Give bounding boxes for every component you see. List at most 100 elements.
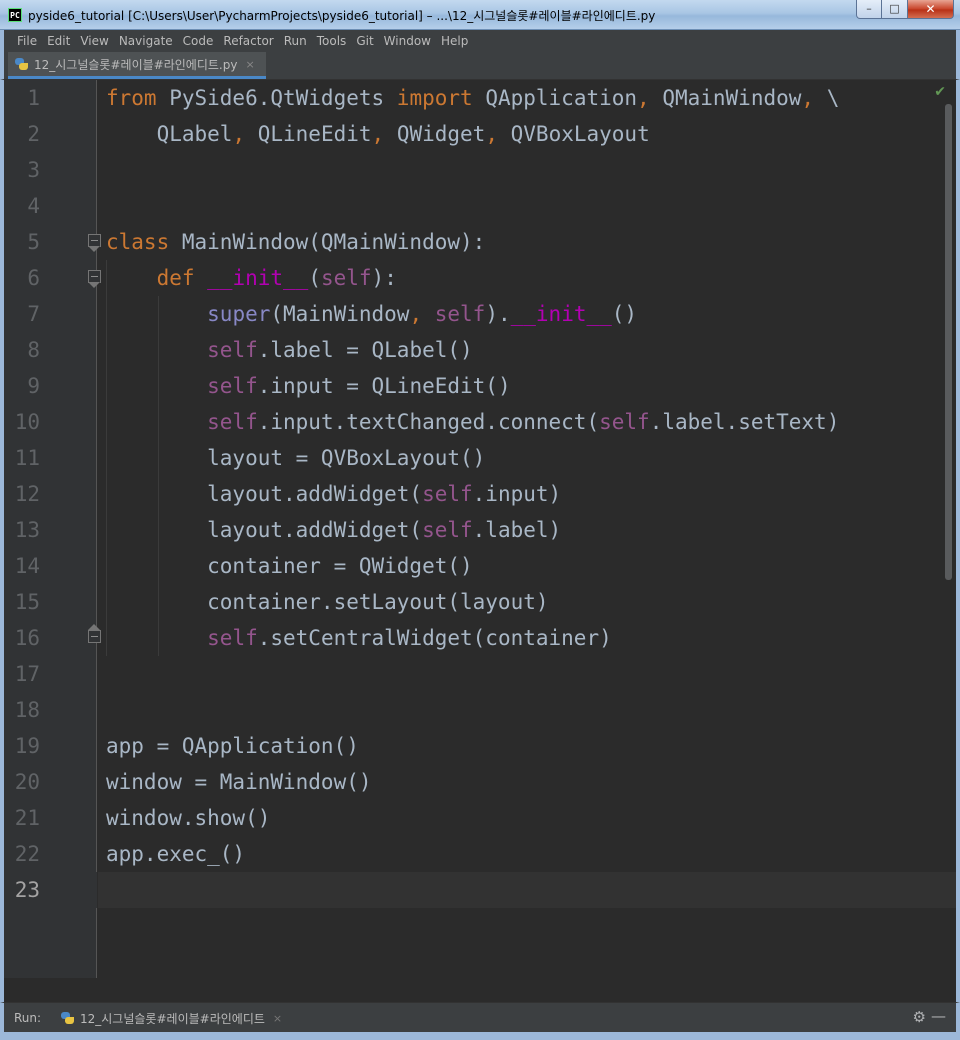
run-tool-window-bar: Run: 12_시그널슬롯#레이블#라인에디트 × ⚙ — [0,1002,960,1032]
run-config-label: 12_시그널슬롯#레이블#라인에디트 [80,1011,265,1026]
code-line[interactable]: from PySide6.QtWidgets import QApplicati… [106,80,839,116]
fold-def-icon[interactable] [88,270,101,288]
line-number[interactable]: 7 [4,296,40,332]
code-token: layout = QVBoxLayout() [106,446,486,470]
code-token: window.show() [106,806,271,830]
code-line[interactable]: container.setLayout(layout) [106,584,549,620]
run-tab-close-icon[interactable]: × [273,1012,282,1025]
vertical-scrollbar[interactable] [945,104,952,580]
code-line[interactable]: window = MainWindow() [106,764,372,800]
run-label: Run: [14,1011,42,1025]
line-number[interactable]: 20 [4,764,40,800]
code-token: (MainWindow [270,302,410,326]
line-number[interactable]: 1 [4,80,40,116]
window-frame-bottom [0,1032,960,1040]
window-title-bar: PC pyside6_tutorial [C:\Users\User\Pycha… [0,0,960,30]
close-button[interactable]: ✕ [908,0,954,19]
line-number[interactable]: 14 [4,548,40,584]
editor-tab[interactable]: 12_시그널슬롯#레이블#라인에디트.py × [8,52,266,79]
code-line[interactable]: super(MainWindow, self).__init__() [106,296,637,332]
menu-window[interactable]: Window [379,34,436,48]
menu-help[interactable]: Help [436,34,473,48]
minimize-icon[interactable]: — [931,1007,946,1025]
code-token: QWidget [396,122,486,146]
line-number[interactable]: 10 [4,404,40,440]
menu-tools[interactable]: Tools [312,34,352,48]
menu-code[interactable]: Code [178,34,219,48]
code-line[interactable]: def __init__(self): [106,260,397,296]
line-number[interactable]: 18 [4,692,40,728]
run-config-tab[interactable]: 12_시그널슬롯#레이블#라인에디트 × [54,1006,288,1030]
code-token: .label) [472,518,562,542]
menu-view[interactable]: View [75,34,113,48]
menu-refactor[interactable]: Refactor [218,34,278,48]
line-number[interactable]: 22 [4,836,40,872]
code-line[interactable]: self.label = QLabel() [106,332,473,368]
line-number[interactable]: 5 [4,224,40,260]
code-token: container.setLayout(layout) [106,590,549,614]
code-line[interactable]: container = QWidget() [106,548,473,584]
inspection-ok-icon[interactable]: ✔ [934,84,946,100]
code-line[interactable]: app.exec_() [106,836,245,872]
line-number[interactable]: 23 [4,872,40,908]
maximize-button[interactable]: □ [882,0,908,19]
code-token: ). [485,302,511,326]
code-token: .input = QLineEdit() [257,374,511,398]
line-number[interactable]: 16 [4,620,40,656]
line-number[interactable]: 9 [4,368,40,404]
code-line[interactable]: layout = QVBoxLayout() [106,440,485,476]
menu-edit[interactable]: Edit [42,34,75,48]
code-token: self [320,266,372,290]
menu-file[interactable]: File [12,34,42,48]
line-number[interactable]: 6 [4,260,40,296]
code-line[interactable]: self.input.textChanged.connect(self.labe… [106,404,839,440]
line-number[interactable]: 17 [4,656,40,692]
code-token: , [637,86,663,110]
menu-git[interactable]: Git [351,34,378,48]
code-token: self [207,374,258,398]
code-line[interactable]: layout.addWidget(self.label) [106,512,561,548]
code-token: ): [371,266,397,290]
code-token: , [485,122,511,146]
line-number[interactable]: 21 [4,800,40,836]
code-token: super [207,302,271,326]
line-number[interactable]: 11 [4,440,40,476]
fold-end-icon[interactable] [88,624,101,643]
line-number[interactable]: 13 [4,512,40,548]
line-number[interactable]: 2 [4,116,40,152]
code-token: , [801,86,827,110]
editor-tab-label: 12_시그널슬롯#레이블#라인에디트.py [34,57,238,72]
code-line[interactable]: QLabel, QLineEdit, QWidget, QVBoxLayout [106,116,650,152]
code-line[interactable]: app = QApplication() [106,728,359,764]
code-token: import [396,86,486,110]
line-number[interactable]: 8 [4,332,40,368]
code-token: self [422,518,473,542]
line-number[interactable]: 4 [4,188,40,224]
code-line[interactable]: class MainWindow(QMainWindow): [106,224,485,260]
menu-run[interactable]: Run [279,34,312,48]
code-line[interactable]: self.input = QLineEdit() [106,368,511,404]
menu-navigate[interactable]: Navigate [114,34,178,48]
code-line[interactable]: self.setCentralWidget(container) [106,620,612,656]
line-number[interactable]: 15 [4,584,40,620]
line-number[interactable]: 12 [4,476,40,512]
tab-close-icon[interactable]: × [245,58,254,71]
code-line[interactable]: window.show() [106,800,270,836]
code-token: MainWindow(QMainWindow): [181,230,486,254]
code-editor[interactable]: 1 2 3 4 5 6 7 8 9 10 11 12 13 14 15 16 17 18 19 20 21 22 23 fr… [4,80,956,978]
code-token: from [106,86,170,110]
code-token: __init__ [510,302,612,326]
line-number[interactable]: 3 [4,152,40,188]
code-token: .label = QLabel() [257,338,473,362]
code-token: layout.addWidget( [106,518,423,542]
code-token: app = QApplication() [106,734,359,758]
window-title: pyside6_tutorial [C:\Users\User\PycharmP… [28,9,656,23]
minimize-button[interactable]: – [856,0,882,19]
code-token: self [207,410,258,434]
fold-class-icon[interactable] [88,234,101,252]
line-number[interactable]: 19 [4,728,40,764]
code-line[interactable]: layout.addWidget(self.input) [106,476,561,512]
gear-icon[interactable]: ⚙ [913,1008,926,1026]
